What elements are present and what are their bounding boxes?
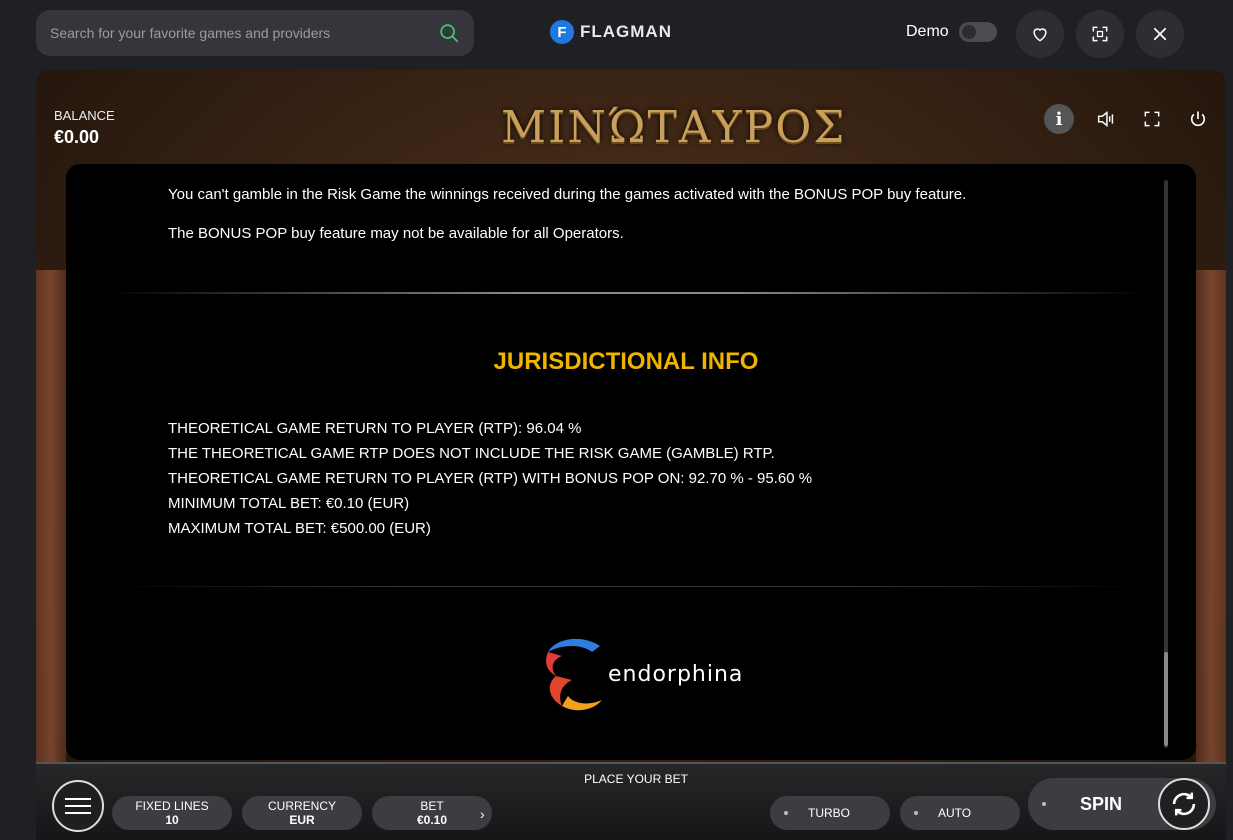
bonus-pop-availability-note: The BONUS POP buy feature may not be ava… <box>168 225 624 242</box>
game-frame: BALANCE €0.00 ΜΙΝΏΤΑΥΡΟΣ i You can't gam… <box>36 70 1226 840</box>
top-bar: F FLAGMAN Demo <box>0 0 1233 68</box>
close-button[interactable] <box>1136 10 1184 58</box>
currency-value: EUR <box>289 813 315 827</box>
search-input[interactable] <box>50 25 438 41</box>
control-bar: PLACE YOUR BET FIXED LINES 10 CURRENCY E… <box>36 762 1226 840</box>
turbo-indicator-dot <box>784 811 788 815</box>
rtp-line: MAXIMUM TOTAL BET: €500.00 (EUR) <box>168 520 431 537</box>
balance-display: BALANCE €0.00 <box>54 108 115 148</box>
rtp-line: THEORETICAL GAME RETURN TO PLAYER (RTP) … <box>168 470 813 487</box>
bet-increase-chevron-icon[interactable]: › <box>480 806 485 822</box>
auto-indicator-dot <box>914 811 918 815</box>
currency-control[interactable]: CURRENCY EUR <box>242 796 362 830</box>
favorite-button[interactable] <box>1016 10 1064 58</box>
spin-label: SPIN <box>1080 793 1123 814</box>
jurisdictional-info-list: THEORETICAL GAME RETURN TO PLAYER (RTP):… <box>168 416 812 541</box>
power-icon <box>1190 111 1206 127</box>
demo-label: Demo <box>906 23 949 40</box>
endorphina-logo-icon <box>546 638 602 711</box>
frame-expand-icon <box>1092 26 1108 42</box>
search-icon[interactable] <box>438 22 460 44</box>
rtp-line: MINIMUM TOTAL BET: €0.10 (EUR) <box>168 495 410 512</box>
auto-label: AUTO <box>938 806 972 820</box>
info-panel[interactable]: You can't gamble in the Risk Game the wi… <box>66 164 1196 760</box>
jurisdictional-info-heading: JURISDICTIONAL INFO <box>493 348 759 375</box>
bonus-pop-gamble-note: You can't gamble in the Risk Game the wi… <box>168 186 967 203</box>
place-bet-message: PLACE YOUR BET <box>584 772 688 786</box>
balance-label: BALANCE <box>54 108 115 123</box>
fullscreen-icon <box>1144 111 1160 127</box>
hamburger-icon-line <box>65 812 91 814</box>
flagman-logo[interactable]: F FLAGMAN <box>550 20 672 44</box>
spin-icon-button[interactable] <box>1158 778 1210 830</box>
heart-icon <box>1033 28 1047 42</box>
demo-toggle[interactable] <box>958 22 997 42</box>
close-icon <box>1153 27 1167 41</box>
sound-button[interactable] <box>1092 105 1120 133</box>
game-toolbar: i <box>1044 104 1212 134</box>
hamburger-icon-line <box>65 805 91 807</box>
background-pillar-left <box>36 270 66 790</box>
speaker-icon <box>1097 111 1114 127</box>
game-title-logo: ΜΙΝΏΤΑΥΡΟΣ <box>501 102 847 153</box>
fullscreen-frame-button[interactable] <box>1076 10 1124 58</box>
hamburger-icon-line <box>65 798 91 800</box>
turbo-label: TURBO <box>808 806 850 820</box>
menu-button[interactable] <box>52 780 104 832</box>
auto-button[interactable]: AUTO <box>900 796 1020 830</box>
scrollbar-thumb[interactable] <box>1164 652 1168 746</box>
provider-name: endorphina <box>608 661 744 687</box>
search-box[interactable] <box>36 10 474 56</box>
rtp-line: THEORETICAL GAME RETURN TO PLAYER (RTP):… <box>168 420 582 437</box>
refresh-icon <box>1172 792 1196 816</box>
rtp-line: THE THEORETICAL GAME RTP DOES NOT INCLUD… <box>168 445 775 462</box>
info-button[interactable]: i <box>1044 104 1074 134</box>
background-pillar-right <box>1196 270 1226 790</box>
bet-value: €0.10 <box>416 813 448 827</box>
flagman-logo-badge: F <box>550 20 574 44</box>
demo-toggle-group: Demo <box>906 22 997 42</box>
exit-game-button[interactable] <box>1184 105 1212 133</box>
balance-value: €0.00 <box>54 127 100 147</box>
spin-indicator-dot <box>1042 802 1046 806</box>
bet-label: BET <box>420 799 444 813</box>
bet-control[interactable]: BET €0.10 <box>372 796 492 830</box>
section-divider <box>106 586 1146 587</box>
fixed-lines-label: FIXED LINES <box>135 799 209 813</box>
section-divider <box>106 292 1146 294</box>
fixed-lines-control[interactable]: FIXED LINES 10 <box>112 796 232 830</box>
flagman-logo-text: FLAGMAN <box>580 22 672 41</box>
currency-label: CURRENCY <box>267 799 336 813</box>
fixed-lines-value: 10 <box>165 813 179 827</box>
fullscreen-button[interactable] <box>1138 105 1166 133</box>
turbo-button[interactable]: TURBO <box>770 796 890 830</box>
provider-logo: endorphina <box>542 636 743 712</box>
